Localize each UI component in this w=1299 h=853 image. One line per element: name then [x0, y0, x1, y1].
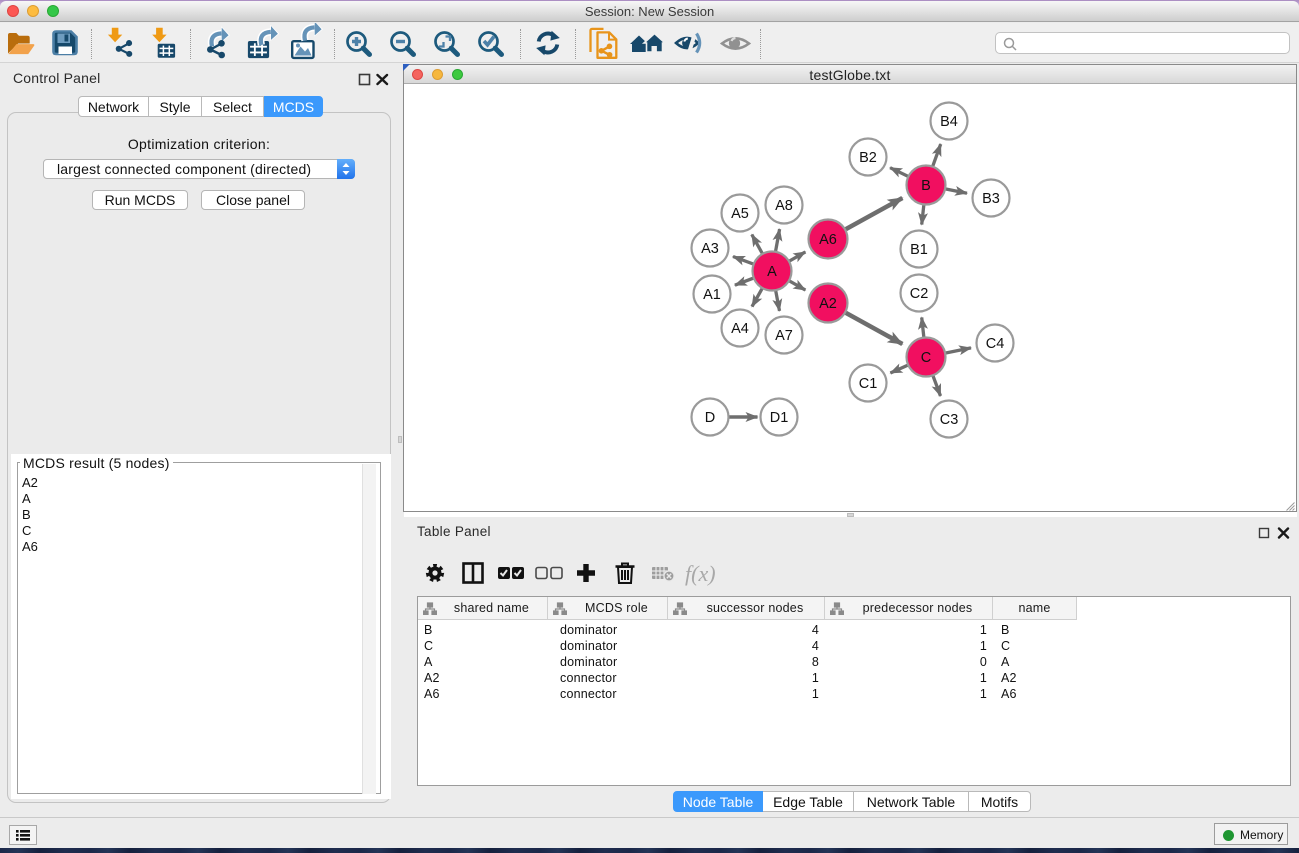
svg-text:C3: C3	[940, 412, 959, 428]
svg-text:A2: A2	[819, 296, 837, 312]
svg-text:D: D	[705, 410, 715, 426]
svg-text:A3: A3	[701, 241, 719, 257]
svg-text:f(x): f(x)	[685, 561, 716, 586]
svg-text:B3: B3	[982, 191, 1000, 207]
svg-text:A4: A4	[731, 321, 749, 337]
svg-text:D1: D1	[770, 410, 789, 426]
svg-text:C2: C2	[910, 286, 929, 302]
svg-text:A1: A1	[703, 287, 721, 303]
svg-text:C1: C1	[859, 376, 878, 392]
svg-text:A: A	[767, 264, 777, 280]
svg-text:C4: C4	[986, 336, 1005, 352]
svg-text:C: C	[921, 350, 931, 366]
svg-text:B2: B2	[859, 150, 877, 166]
svg-text:A8: A8	[775, 198, 793, 214]
svg-text:B: B	[921, 178, 931, 194]
svg-text:A5: A5	[731, 206, 749, 222]
svg-text:A6: A6	[819, 232, 837, 248]
svg-text:B1: B1	[910, 242, 928, 258]
svg-text:A7: A7	[775, 328, 793, 344]
svg-text:B4: B4	[940, 114, 958, 130]
